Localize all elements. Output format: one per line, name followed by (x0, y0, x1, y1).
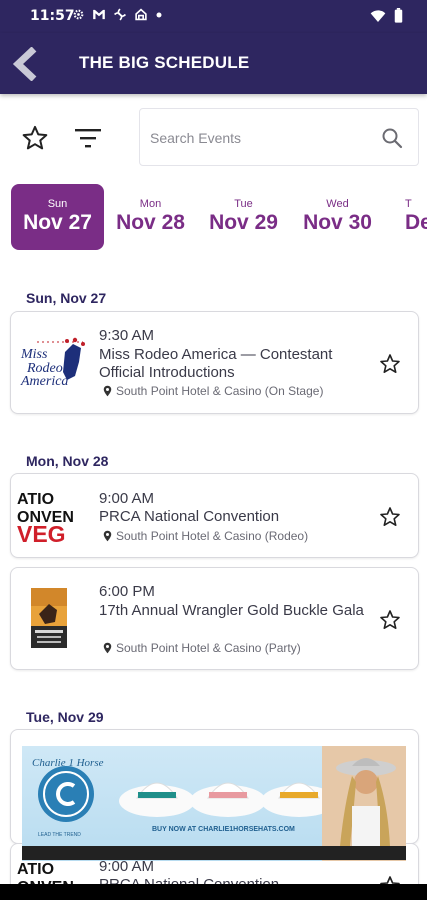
date-tab-nov-29[interactable]: Tue Nov 29 (197, 184, 290, 250)
date-tab-dow: Mon (139, 198, 162, 210)
date-tab-dow: Sun (47, 198, 68, 210)
ad-tagline: LEAD THE TREND (38, 832, 81, 838)
svg-text:ATIO: ATIO (17, 491, 54, 508)
status-time: 11:57 (30, 8, 75, 24)
date-tab-nov-27[interactable]: Sun Nov 27 (11, 184, 104, 250)
gmail-icon (93, 9, 105, 20)
page-title: THE BIG SCHEDULE (79, 53, 250, 72)
event-name: PRCA National Convention (99, 508, 280, 525)
date-tab-dow: Tue (234, 198, 253, 210)
ad-artwork: Charlie 1 Horse LEAD THE TREND BUY NOW A… (32, 746, 406, 861)
event-time: 6:00 PM (99, 583, 155, 600)
section-date-header: Sun, Nov 27 (26, 290, 107, 306)
favorite-star-icon[interactable] (378, 608, 402, 632)
ad-banner[interactable]: Charlie 1 Horse LEAD THE TREND BUY NOW A… (22, 746, 406, 861)
battery-icon (394, 8, 403, 23)
event-location: South Point Hotel & Casino (Party) (103, 641, 301, 655)
favorites-filter-button[interactable] (18, 121, 52, 155)
system-nav-bar (0, 884, 427, 900)
event-logo: ATIO ONVEN VEG (17, 490, 93, 544)
date-tab-date: Nov 28 (116, 211, 185, 234)
favorite-star-icon[interactable] (378, 352, 402, 376)
event-card[interactable]: 6:00 PM 17th Annual Wrangler Gold Buckle… (10, 567, 419, 670)
date-tab-dow: T (405, 198, 412, 210)
date-tab-date: Nov 30 (303, 211, 372, 234)
date-tab-dec[interactable]: T De (385, 184, 427, 250)
ad-cta: BUY NOW AT CHARLIE1HORSEHATS.COM (152, 826, 295, 833)
event-time: 9:00 AM (99, 490, 155, 507)
favorite-star-icon[interactable] (378, 505, 402, 529)
wifi-icon (370, 9, 386, 22)
event-location: South Point Hotel & Casino (On Stage) (103, 384, 323, 398)
filter-button[interactable] (70, 121, 106, 155)
event-name: Miss Rodeo America — Contestant Official… (99, 346, 333, 381)
ad-brand: Charlie 1 Horse (32, 757, 104, 769)
date-tab-date: Nov 27 (23, 211, 92, 234)
location-pin-icon (103, 530, 112, 542)
status-bar: 11:57 (0, 0, 427, 33)
date-tab-nov-30[interactable]: Wed Nov 30 (291, 184, 384, 250)
svg-text:VEG: VEG (17, 521, 66, 544)
app-bar: THE BIG SCHEDULE (0, 33, 427, 94)
dot-icon (156, 12, 162, 18)
ad-bottom-bar (22, 846, 406, 860)
search-icon[interactable] (380, 126, 404, 150)
star-outline-icon (22, 125, 48, 150)
location-pin-icon (103, 385, 112, 397)
event-location-text: South Point Hotel & Casino (Rodeo) (116, 529, 309, 543)
svg-text:America: America (20, 374, 68, 389)
event-location: South Point Hotel & Casino (Rodeo) (103, 529, 308, 543)
date-strip: Sun Nov 27 Mon Nov 28 Tue Nov 29 Wed Nov… (0, 184, 427, 250)
event-name: 17th Annual Wrangler Gold Buckle Gala (99, 602, 364, 619)
location-pin-icon (103, 642, 112, 654)
event-location-text: South Point Hotel & Casino (On Stage) (116, 384, 324, 398)
event-location-text: South Point Hotel & Casino (Party) (116, 641, 301, 655)
status-right-icons (370, 8, 403, 23)
event-logo: Miss Rodeo America (17, 332, 93, 394)
search-input[interactable] (150, 127, 370, 149)
date-tab-dow: Wed (326, 198, 349, 210)
date-tab-date: Nov 29 (209, 211, 278, 234)
settings-icon (73, 9, 84, 20)
section-date-header: Tue, Nov 29 (26, 709, 104, 725)
date-tab-nov-28[interactable]: Mon Nov 28 (104, 184, 197, 250)
svg-text:ATIO: ATIO (17, 861, 54, 878)
date-tab-date: De (405, 211, 427, 234)
event-time: 9:30 AM (99, 327, 155, 344)
event-card[interactable]: ATIO ONVEN VEG 9:00 AM PRCA National Con… (10, 473, 419, 558)
home-icon (135, 8, 147, 21)
app-icon (114, 8, 126, 21)
svg-text:Miss: Miss (20, 347, 48, 362)
event-card[interactable]: Miss Rodeo America 9:30 AM Miss Rodeo Am… (10, 311, 419, 414)
search-box (139, 108, 419, 166)
section-date-header: Mon, Nov 28 (26, 453, 109, 469)
event-logo (31, 588, 71, 650)
back-button[interactable] (6, 43, 48, 85)
filter-icon (75, 129, 101, 148)
status-icons (72, 8, 163, 21)
chevron-left-icon (12, 47, 37, 81)
